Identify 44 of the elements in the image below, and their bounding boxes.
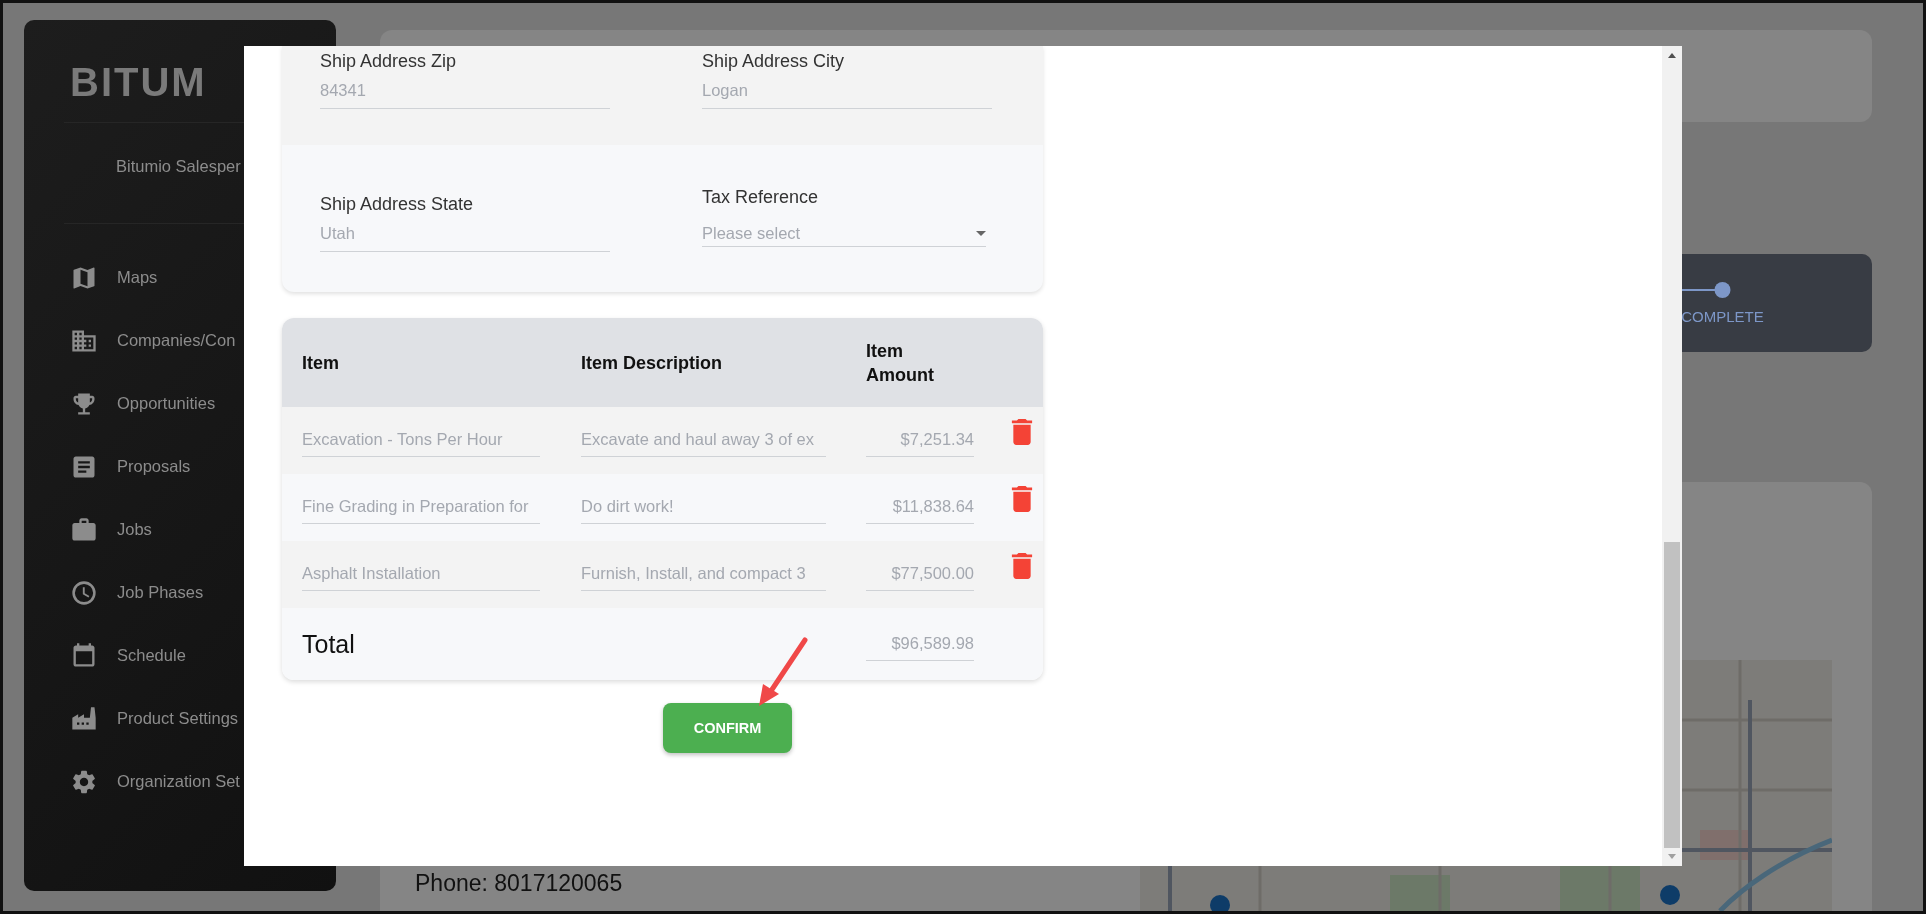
- input-field[interactable]: Excavation - Tons Per Hour: [302, 424, 540, 457]
- sidebar-item[interactable]: Job Phases: [70, 567, 204, 618]
- confirm-button[interactable]: CONFIRM: [663, 703, 792, 753]
- input-field[interactable]: Furnish, Install, and compact 3: [581, 558, 826, 591]
- caret-icon: [976, 231, 986, 236]
- total-label: Total: [302, 629, 356, 659]
- clock-icon: [70, 578, 98, 607]
- input-field[interactable]: Do dirt work!: [581, 491, 826, 524]
- user-name: Bitumio Salesper: [116, 157, 241, 176]
- field-label: Ship Address State: [320, 193, 475, 216]
- sidebar-item[interactable]: Proposals: [70, 441, 191, 492]
- delete-icon[interactable]: [1011, 553, 1033, 579]
- briefcase-icon: [70, 515, 98, 544]
- sidebar-item[interactable]: Opportunities: [70, 378, 216, 429]
- input-field[interactable]: Excavate and haul away 3 of ex: [581, 424, 826, 457]
- logo: BITUM: [70, 60, 207, 105]
- dropdown[interactable]: Please select: [702, 220, 986, 247]
- input-field[interactable]: $7,251.34: [866, 424, 974, 457]
- field-label: Ship Address Zip: [320, 50, 458, 73]
- factory-icon: [70, 704, 98, 733]
- input-field[interactable]: $11,838.64: [866, 491, 974, 524]
- sidebar-item[interactable]: Maps: [70, 252, 158, 303]
- field-label: Ship Address City: [702, 50, 846, 73]
- sidebar-item[interactable]: Companies/Con: [70, 315, 236, 366]
- column-header: Item Description: [581, 351, 724, 375]
- total-field: $96,589.98: [866, 627, 974, 661]
- column-header: Item Amount: [866, 339, 935, 387]
- field-label: Tax Reference: [702, 186, 820, 209]
- column-header: Item: [302, 351, 340, 375]
- delete-icon[interactable]: [1011, 486, 1033, 512]
- sidebar-item[interactable]: Schedule: [70, 630, 186, 681]
- input-field[interactable]: Utah: [320, 219, 610, 252]
- annotation-arrow: [757, 636, 809, 708]
- input-field[interactable]: Asphalt Installation: [302, 558, 540, 591]
- phone-text: Phone: 8017120065: [415, 870, 623, 897]
- delete-icon[interactable]: [1011, 419, 1033, 445]
- input-field[interactable]: 84341: [320, 76, 610, 109]
- input-field[interactable]: Fine Grading in Preparation for: [302, 491, 540, 524]
- step-label: COMPLETE: [1681, 307, 1764, 325]
- input-field[interactable]: Logan: [702, 76, 992, 109]
- sidebar-item[interactable]: Organization Set: [70, 756, 240, 807]
- sidebar-item[interactable]: Jobs: [70, 504, 152, 555]
- input-field[interactable]: $77,500.00: [866, 558, 974, 591]
- sidebar-item[interactable]: Product Settings: [70, 693, 239, 744]
